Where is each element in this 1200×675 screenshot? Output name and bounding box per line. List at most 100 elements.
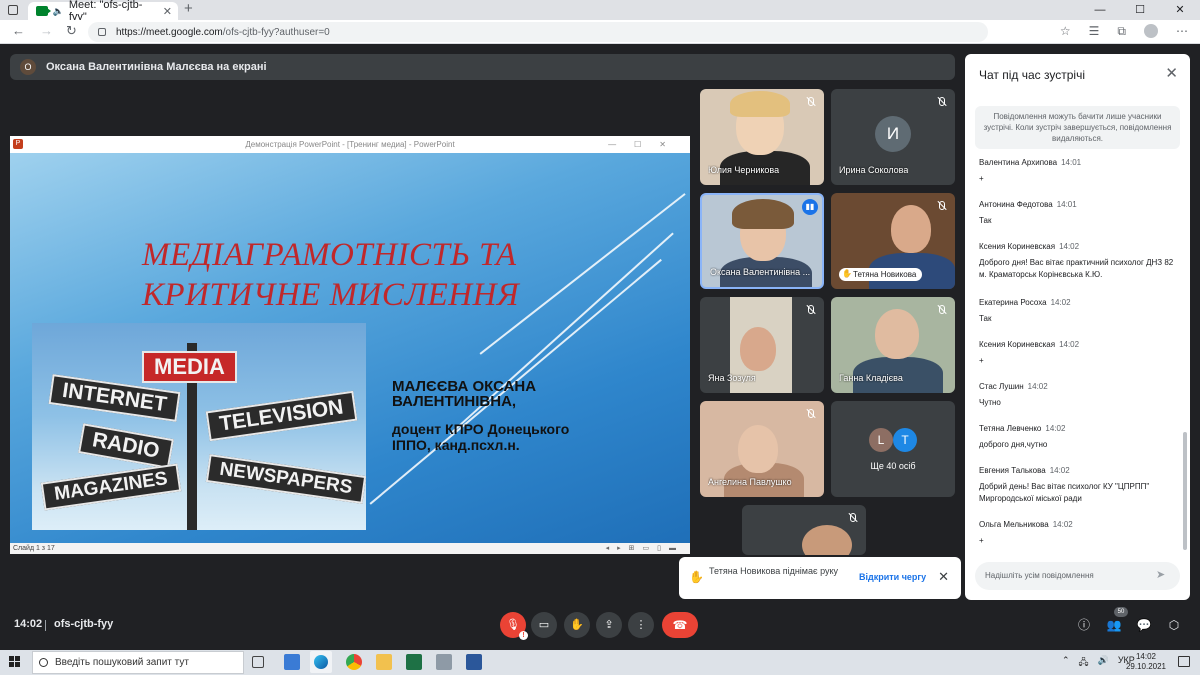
- chat-message: Екатерина Росоха 14:02 Так: [979, 292, 1179, 325]
- word-app-icon[interactable]: [466, 654, 482, 670]
- open-queue-button[interactable]: Відкрити чергу: [859, 572, 926, 582]
- refresh-icon[interactable]: ↻: [66, 23, 77, 39]
- profile-avatar[interactable]: [1144, 24, 1158, 38]
- taskbar-search-input[interactable]: Введіть пошуковий запит тут: [32, 651, 244, 674]
- close-icon[interactable]: ✕: [1165, 64, 1178, 82]
- participant-tile-speaking[interactable]: ▮▮ Оксана Валентинівна ...: [700, 193, 824, 289]
- participant-name-raised-hand: Тетяна Новикова: [839, 268, 923, 281]
- message-text: Так: [979, 216, 992, 225]
- network-app-icon[interactable]: [436, 654, 452, 670]
- chat-message: Валентина Архипова 14:01 +: [979, 152, 1179, 185]
- author-line1: МАЛЄЄВА ОКСАНА: [392, 378, 537, 395]
- raise-hand-button[interactable]: ✋: [564, 612, 590, 638]
- speaker-icon: 🔈: [52, 5, 64, 16]
- message-sender: Ольга Мельникова: [979, 520, 1049, 529]
- minimize-button[interactable]: —: [1080, 0, 1120, 20]
- more-options-button[interactable]: ⋮: [628, 612, 654, 638]
- message-time: 14:02: [1049, 466, 1070, 475]
- maximize-button[interactable]: ☐: [1120, 0, 1160, 20]
- participant-name: Ганна Кладієва: [839, 373, 903, 383]
- window-controls: — ☐ ✕: [1080, 0, 1200, 20]
- edge-app-icon[interactable]: [310, 651, 332, 673]
- chat-message: Евгения Талькова 14:02 Добрий день! Вас в…: [979, 460, 1179, 505]
- participant-tile[interactable]: Яна Зозуля: [700, 297, 824, 393]
- ppt-status-bar: Слайд 1 з 17 ◂▸⊞▭▯▬: [10, 543, 690, 554]
- message-sender: Екатерина Росоха: [979, 298, 1047, 307]
- participant-tile[interactable]: [742, 505, 866, 555]
- people-button[interactable]: 👥: [1105, 616, 1123, 634]
- raised-hand-notification: ✋ Тетяна Новикова піднімає руку Відкрити…: [679, 557, 961, 599]
- mic-off-icon: [804, 407, 818, 421]
- network-icon[interactable]: 🖧: [1079, 655, 1089, 671]
- calculator-app-icon[interactable]: [284, 654, 300, 670]
- mic-off-icon: [935, 303, 949, 317]
- chat-info-note: Повідомлення можуть бачити лише учасники…: [975, 106, 1180, 149]
- chat-title: Чат під час зустрічі: [979, 68, 1085, 82]
- message-text: Чутно: [979, 398, 1001, 407]
- activities-button[interactable]: ⬡: [1165, 616, 1183, 634]
- more-participants-tile[interactable]: L T Ще 40 осіб: [831, 401, 955, 497]
- meeting-details-button[interactable]: ⓘ: [1075, 616, 1093, 634]
- slide-title-line2: КРИТИЧНЕ МИСЛЕННЯ: [142, 277, 520, 313]
- new-tab-button[interactable]: +: [184, 0, 193, 17]
- chat-button[interactable]: 💬: [1135, 616, 1153, 634]
- collections-icon[interactable]: ☰: [1089, 24, 1100, 39]
- participant-avatar: L: [869, 428, 893, 452]
- present-screen-button[interactable]: ⇪: [596, 612, 622, 638]
- chat-message: Ксения Кориневская 14:02 Доброго дня! Вас…: [979, 236, 1179, 281]
- extensions-icon[interactable]: ⧉: [1117, 24, 1126, 39]
- taskbar-clock[interactable]: 14:02 29.10.2021: [1124, 652, 1168, 672]
- tab-actions-icon[interactable]: [8, 5, 18, 15]
- windows-logo-icon: [15, 656, 20, 661]
- chevron-up-icon[interactable]: ⌃: [1062, 655, 1070, 671]
- browser-menu-icon[interactable]: ⋯: [1176, 24, 1188, 39]
- favorites-star-icon[interactable]: ☆: [1060, 24, 1071, 39]
- participant-name: Оксана Валентинівна ...: [710, 267, 811, 277]
- participant-face: [738, 425, 778, 473]
- back-icon[interactable]: ←: [12, 23, 25, 38]
- participant-face: [891, 205, 931, 253]
- message-text: Доброго дня! Вас вітає практичний психол…: [979, 258, 1174, 279]
- close-icon[interactable]: ✕: [938, 569, 949, 585]
- chat-message-input[interactable]: Надішліть усім повідомлення: [975, 562, 1180, 590]
- file-explorer-icon[interactable]: [376, 654, 392, 670]
- forward-icon[interactable]: →: [40, 23, 53, 38]
- sign-newspapers: NEWSPAPERS: [205, 454, 366, 504]
- people-count-badge: 50: [1114, 607, 1128, 617]
- close-window-button[interactable]: ✕: [1160, 0, 1200, 20]
- info-icon: ⓘ: [1077, 618, 1090, 632]
- camera-toggle-button[interactable]: ▭: [531, 612, 557, 638]
- send-icon[interactable]: ➤: [1156, 569, 1168, 581]
- microphone-toggle-button[interactable]: 🎙 !: [500, 612, 528, 640]
- participant-tile[interactable]: И Ирина Соколова: [831, 89, 955, 185]
- participant-tile[interactable]: Ангелина Павлушко: [700, 401, 824, 497]
- participant-tile[interactable]: Юлия Черникова: [700, 89, 824, 185]
- presenter-text: Оксана Валентинівна Малєєва на екрані: [46, 61, 267, 73]
- mic-off-icon: 🎙: [506, 619, 520, 631]
- start-button[interactable]: [9, 656, 21, 668]
- participant-tile[interactable]: Тетяна Новикова: [831, 193, 955, 289]
- hand-icon: ✋: [570, 619, 584, 631]
- url-field[interactable]: https://meet.google.com/ofs-cjtb-fyy?aut…: [88, 22, 988, 42]
- participant-hair: [732, 199, 794, 229]
- speaking-indicator-icon: ▮▮: [802, 199, 818, 215]
- leave-call-button[interactable]: ☎: [662, 612, 698, 638]
- chat-scrollbar[interactable]: [1183, 432, 1187, 550]
- notifications-icon[interactable]: [1178, 656, 1190, 667]
- browser-tab[interactable]: 🔈 Meet: "ofs-cjtb-fyy" ✕: [28, 0, 178, 23]
- participant-tile[interactable]: Ганна Кладієва: [831, 297, 955, 393]
- chat-panel: Чат під час зустрічі ✕ Повідомлення можу…: [965, 54, 1190, 600]
- volume-icon[interactable]: 🔊: [1098, 655, 1109, 671]
- mic-off-icon: [846, 511, 860, 525]
- message-text: +: [979, 536, 984, 545]
- message-sender: Антонина Федотова: [979, 200, 1053, 209]
- tab-close-icon[interactable]: ✕: [163, 5, 172, 18]
- hang-up-icon: ☎: [672, 618, 688, 632]
- message-time: 14:02: [1050, 298, 1071, 307]
- chrome-app-icon[interactable]: [346, 654, 362, 670]
- ppt-window-controls: —☐✕: [608, 140, 684, 149]
- affiliation-line1: доцент КПРО Донецького: [392, 421, 570, 437]
- hand-icon: ✋: [689, 570, 704, 584]
- excel-app-icon[interactable]: [406, 654, 422, 670]
- task-view-icon[interactable]: [252, 656, 264, 668]
